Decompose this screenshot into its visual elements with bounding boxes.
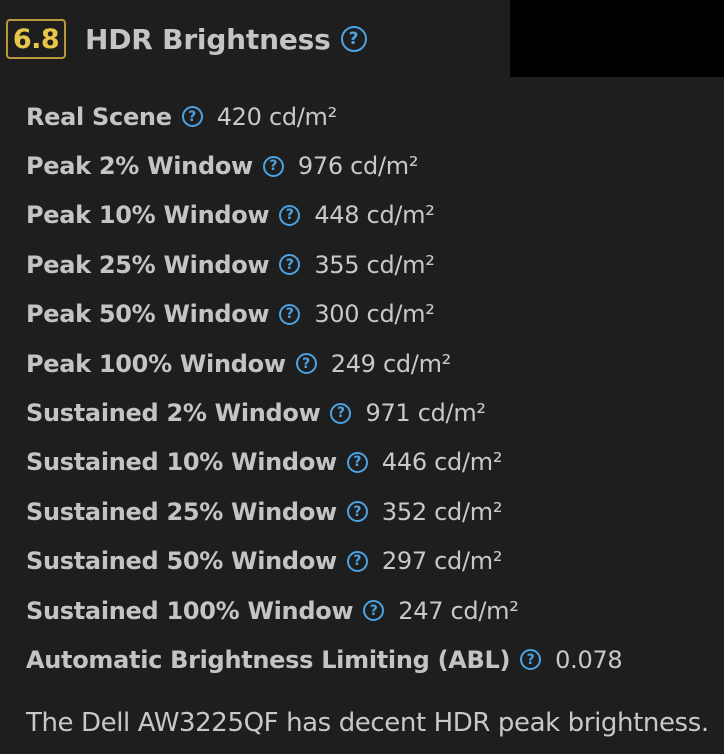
- measurement-row: Sustained 50% Window ? 297 cd/m²: [26, 537, 622, 586]
- help-question-icon[interactable]: ?: [340, 26, 367, 52]
- measurement-value: 420 cd/m²: [216, 102, 338, 131]
- help-question-icon[interactable]: ?: [346, 451, 368, 473]
- help-question-icon[interactable]: ?: [262, 155, 284, 177]
- measurement-row: Peak 10% Window ? 448 cd/m²: [26, 191, 622, 240]
- measurement-row: Sustained 10% Window ? 446 cd/m²: [26, 438, 622, 487]
- measurement-value: 300 cd/m²: [314, 300, 435, 329]
- help-question-icon[interactable]: ?: [279, 303, 301, 325]
- measurement-value: 355 cd/m²: [314, 250, 435, 279]
- measurement-value: 247 cd/m²: [398, 596, 519, 625]
- black-panel: [510, 0, 724, 77]
- section-title: HDR Brightness: [85, 22, 331, 56]
- measurement-label: Peak 10% Window: [26, 201, 270, 230]
- measurement-label: Peak 100% Window: [26, 349, 286, 378]
- measurement-row: Real Scene ? 420 cd/m²: [26, 92, 622, 141]
- measurement-value: 446 cd/m²: [381, 448, 503, 477]
- measurement-row: Sustained 2% Window ? 971 cd/m²: [26, 388, 622, 437]
- measurement-label: Peak 2% Window: [26, 152, 253, 181]
- help-question-icon[interactable]: ?: [279, 254, 301, 276]
- measurement-label: Peak 25% Window: [26, 250, 270, 279]
- measurement-label: Real Scene: [26, 102, 172, 131]
- help-question-icon[interactable]: ?: [181, 106, 203, 128]
- measurement-row: Automatic Brightness Limiting (ABL) ? 0.…: [26, 635, 623, 684]
- measurement-value: 352 cd/m²: [381, 497, 503, 526]
- summary-text: The Dell AW3225QF has decent HDR peak br…: [26, 708, 709, 738]
- measurement-row: Peak 100% Window ? 249 cd/m²: [26, 339, 622, 388]
- measurement-row: Peak 25% Window ? 355 cd/m²: [26, 240, 622, 289]
- measurement-row: Sustained 100% Window ? 247 cd/m²: [26, 586, 622, 635]
- measurement-label: Sustained 100% Window: [26, 596, 354, 625]
- section-header: 6.8 HDR Brightness ?: [6, 17, 367, 61]
- measurement-label: Sustained 10% Window: [26, 448, 337, 477]
- measurement-value: 249 cd/m²: [330, 349, 452, 378]
- measurement-label: Peak 50% Window: [26, 300, 270, 329]
- measurement-list: Real Scene ? 420 cd/m² Peak 2% Window ? …: [26, 92, 623, 685]
- measurement-value: 976 cd/m²: [297, 152, 419, 181]
- help-question-icon[interactable]: ?: [346, 550, 368, 572]
- score-badge: 6.8: [6, 19, 66, 59]
- measurement-label: Automatic Brightness Limiting (ABL): [26, 645, 511, 674]
- help-question-icon[interactable]: ?: [279, 204, 301, 226]
- measurement-value: 297 cd/m²: [381, 547, 503, 576]
- measurement-label: Sustained 50% Window: [26, 547, 337, 576]
- help-question-icon[interactable]: ?: [330, 402, 352, 424]
- measurement-row: Peak 50% Window ? 300 cd/m²: [26, 290, 622, 339]
- measurement-value: 0.078: [555, 645, 623, 674]
- help-question-icon[interactable]: ?: [346, 501, 368, 523]
- measurement-row: Sustained 25% Window ? 352 cd/m²: [26, 487, 622, 536]
- measurement-label: Sustained 25% Window: [26, 497, 337, 526]
- measurement-value: 971 cd/m²: [365, 399, 486, 428]
- measurement-value: 448 cd/m²: [314, 201, 435, 230]
- help-question-icon[interactable]: ?: [520, 649, 542, 671]
- help-question-icon[interactable]: ?: [295, 353, 317, 375]
- help-question-icon[interactable]: ?: [363, 600, 385, 622]
- measurement-label: Sustained 2% Window: [26, 399, 321, 428]
- measurement-row: Peak 2% Window ? 976 cd/m²: [26, 141, 622, 190]
